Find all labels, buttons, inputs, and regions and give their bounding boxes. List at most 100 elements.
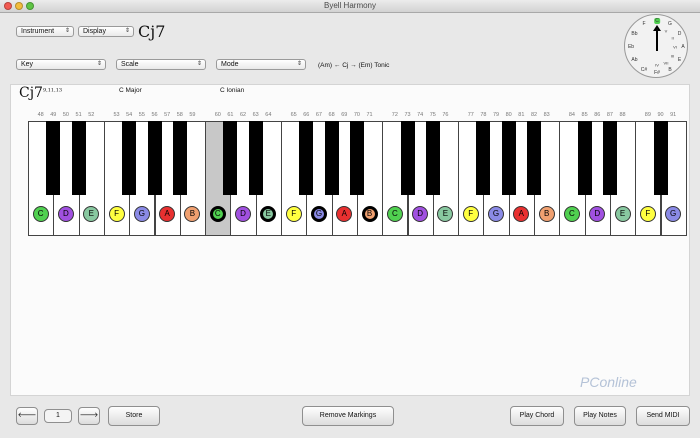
store-button[interactable]: Store [108,406,160,426]
piano-keyboard[interactable] [28,121,687,236]
black-key[interactable] [425,121,440,195]
next-button[interactable]: 🡒 [78,407,100,425]
select-arrows-icon: ⇕ [64,28,70,34]
note-dot[interactable]: F [285,206,302,222]
display-select[interactable]: Display ⇕ [78,26,134,37]
wheel-note-label: Eb [627,44,635,50]
key-number: 60 [214,112,221,118]
wheel-note-label: A [681,44,685,50]
key-number: 48 [37,112,44,118]
page-number: 1 [56,412,60,419]
black-key[interactable] [147,121,162,195]
key-select[interactable]: Key ⇕ [16,59,106,70]
black-key[interactable] [71,121,86,195]
chord-extensions: 9,11,13 [42,87,63,94]
note-dot[interactable]: D [57,206,74,222]
scale-select[interactable]: Scale ⇕ [116,59,206,70]
black-key[interactable] [501,121,516,195]
key-number: 58 [176,112,183,118]
black-key[interactable] [527,121,541,195]
black-key[interactable] [223,121,238,195]
play-notes-label: Play Notes [583,412,617,419]
store-label: Store [125,412,143,419]
note-dot[interactable]: G [310,206,327,222]
note-dot[interactable]: C [32,206,49,222]
play-chord-label: Play Chord [519,412,555,419]
instrument-select[interactable]: Instrument ⇕ [16,26,74,37]
wheel-numeral-label: V [664,28,668,34]
send-midi-button[interactable]: Send MIDI [636,406,690,426]
key-number: 55 [138,112,145,118]
wheel-note-label: G [668,21,672,28]
black-key[interactable] [324,121,339,195]
note-dot[interactable]: F [639,206,656,222]
wheel-note-label: C# [640,66,648,73]
key-number: 69 [341,112,348,118]
instrument-label: Instrument [21,28,55,35]
watermark: PConline [580,374,637,390]
note-dot[interactable]: B [538,206,555,222]
key-number: 59 [189,112,196,118]
wheel-numeral-label: VII [663,60,669,66]
wheel-numeral-label: III [670,53,675,59]
note-dot[interactable]: D [235,206,252,222]
note-dot[interactable]: F [108,206,125,222]
note-dot[interactable]: G [488,206,505,222]
note-dot[interactable]: E [614,206,631,222]
mode-select[interactable]: Mode ⇕ [216,59,306,70]
note-dot[interactable]: F [462,206,479,222]
key-number: 67 [315,112,322,118]
note-dot[interactable]: C [386,206,403,222]
note-dot[interactable]: B [361,206,378,222]
black-key[interactable] [400,121,415,195]
key-number: 71 [366,112,373,118]
key-number: 50 [62,112,69,118]
page-number-field[interactable]: 1 [44,409,72,423]
black-key[interactable] [248,121,263,195]
previous-button[interactable]: 🡐 [16,407,38,425]
scale-label-text: C Major [119,87,142,94]
wheel-numeral-label: I [656,26,658,32]
mode-label: Mode [221,61,239,68]
key-number: 86 [594,112,601,118]
key-number: 76 [442,112,449,118]
note-dot[interactable]: C [563,206,580,222]
key-number: 85 [581,112,588,118]
black-key[interactable] [476,121,491,195]
key-number: 72 [391,112,398,118]
play-chord-button[interactable]: Play Chord [510,406,564,426]
key-number: 91 [670,112,677,118]
black-key[interactable] [653,121,668,195]
key-number: 88 [619,112,626,118]
key-number: 79 [492,112,500,118]
wheel-numeral-label: IV [655,62,659,68]
black-key[interactable] [577,121,592,195]
key-number: 90 [657,112,664,118]
black-key[interactable] [349,121,364,195]
circle-of-fifths-wheel[interactable]: C G D A E B F# C# Ab Eb Bb F I V II VI III VII IV [624,14,688,78]
select-arrows-icon: ⇕ [96,61,102,67]
black-key[interactable] [602,121,617,195]
remove-markings-label: Remove Markings [319,412,377,419]
play-notes-button[interactable]: Play Notes [574,406,626,426]
key-number: 53 [113,112,120,118]
wheel-numeral-label: VI [673,44,677,50]
remove-markings-button[interactable]: Remove Markings [302,406,394,426]
scale-label: Scale [121,61,139,68]
select-arrows-icon: ⇕ [196,61,202,67]
wheel-note-label: C [654,18,660,24]
key-number: 62 [239,112,247,118]
key-number: 70 [353,112,360,118]
key-number: 78 [480,112,487,118]
key-number: 82 [530,112,538,118]
black-key[interactable] [172,121,187,195]
chord-function-text: (Am) ← Cj → (Em) Tonic [318,62,390,69]
note-dot[interactable]: C [209,206,226,222]
black-key[interactable] [299,121,314,195]
note-dot[interactable]: G [133,206,150,222]
key-number: 87 [606,112,613,118]
black-key[interactable] [46,121,61,195]
select-arrows-icon: ⇕ [124,28,130,34]
black-key[interactable] [122,121,137,195]
key-number: 49 [50,112,57,118]
